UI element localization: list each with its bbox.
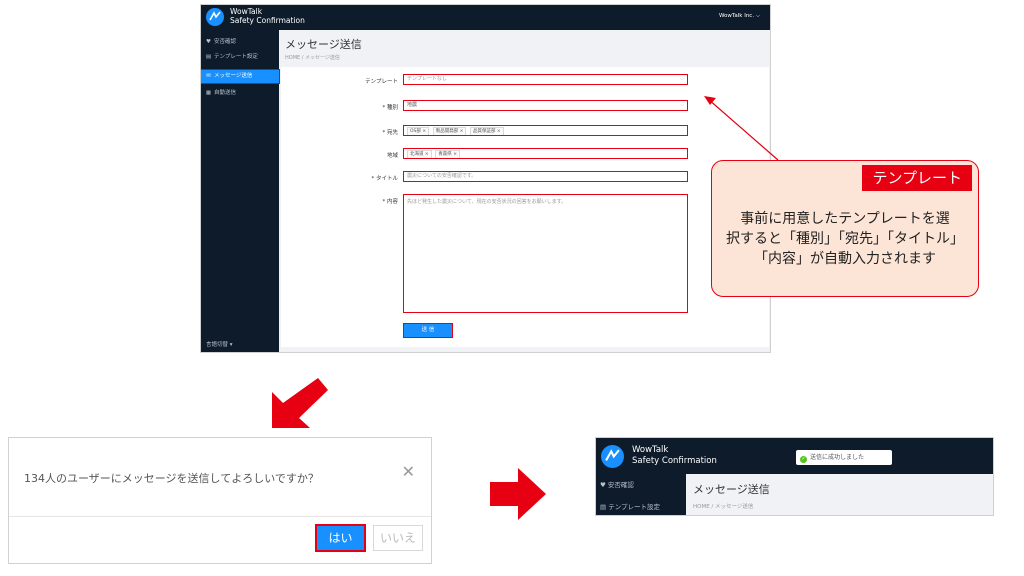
down-left-arrow bbox=[272, 378, 328, 428]
right-arrow bbox=[490, 468, 546, 520]
annotation-arrows bbox=[272, 96, 779, 520]
callout-pointer-line bbox=[707, 98, 779, 161]
